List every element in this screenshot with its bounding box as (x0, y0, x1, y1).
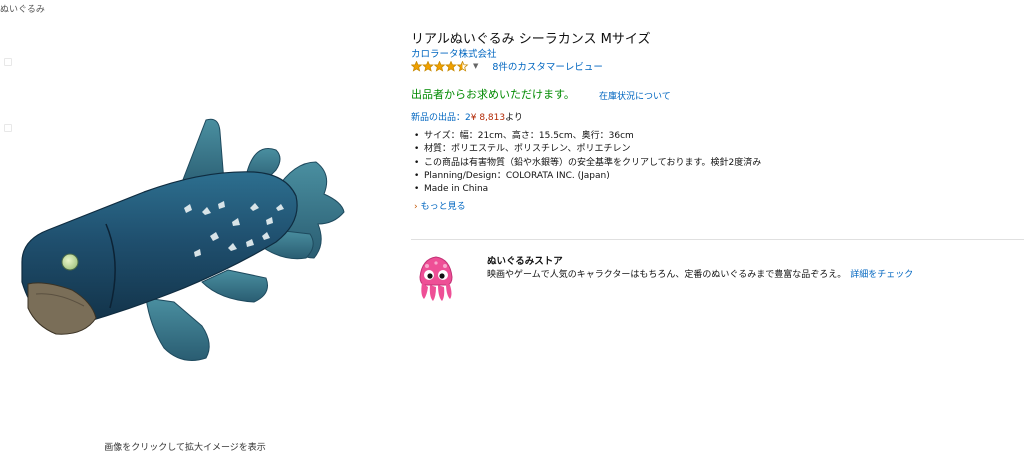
feature-item: 材質：ポリエステル、ポリスチレン、ポリエチレン (414, 143, 761, 157)
customer-reviews-link[interactable]: 8件のカスタマーレビュー (492, 59, 603, 73)
chevron-down-icon[interactable]: ▼ (473, 62, 478, 70)
new-offers-link[interactable]: 新品の出品：2¥ 8,813より (411, 110, 523, 123)
image-enlarge-caption: 画像をクリックして拡大イメージを表示 (104, 443, 266, 453)
brand-link[interactable]: カロラータ株式会社 (411, 46, 497, 60)
store-description: 映画やゲームで人気のキャラクターはもちろん、定番のぬいぐるみまで豊富な品ぞろえ。… (487, 267, 913, 280)
see-more-label: もっと見る (420, 202, 466, 212)
offer-price: ¥ 8,813 (470, 113, 506, 123)
main-product-image[interactable] (14, 112, 362, 384)
section-divider (411, 239, 1024, 240)
feature-item: Planning/Design：COLORATA INC. (Japan) (414, 170, 761, 184)
thumbnail-placeholder[interactable] (4, 58, 12, 66)
store-description-text: 映画やゲームで人気のキャラクターはもちろん、定番のぬいぐるみまで豊富な品ぞろえ。 (487, 270, 847, 280)
star-rating[interactable] (411, 60, 469, 72)
new-offers-prefix: 新品の出品：2 (411, 113, 471, 123)
stock-info-link[interactable]: 在庫状況について (599, 89, 671, 102)
product-title: リアルぬいぐるみ シーラカンス Mサイズ (411, 32, 651, 47)
feature-item: この商品は有害物質（鉛や水銀等）の安全基準をクリアしております。検針2度済み (414, 157, 761, 171)
coelacanth-plush-image (21, 118, 345, 361)
offer-suffix: より (505, 113, 523, 123)
see-more-link[interactable]: › もっと見る (414, 199, 466, 212)
store-detail-link[interactable]: 詳細をチェック (850, 270, 913, 280)
store-name[interactable]: ぬいぐるみストア (487, 253, 563, 267)
squid-icon[interactable] (414, 255, 458, 303)
breadcrumb[interactable]: ぬいぐるみ (0, 2, 45, 15)
thumbnail-placeholder[interactable] (4, 124, 12, 132)
availability-status: 出品者からお求めいただけます。 (411, 88, 575, 101)
star-rating-icon (411, 60, 469, 72)
store-logo-icon (419, 256, 453, 301)
rating-row: ▼ 8件のカスタマーレビュー (411, 59, 603, 73)
feature-item: Made in China (414, 183, 761, 197)
feature-item: サイズ：幅：21cm、高さ：15.5cm、奥行：36cm (414, 130, 761, 144)
feature-bullets: サイズ：幅：21cm、高さ：15.5cm、奥行：36cm 材質：ポリエステル、ポ… (414, 130, 761, 197)
chevron-right-icon: › (414, 202, 418, 212)
